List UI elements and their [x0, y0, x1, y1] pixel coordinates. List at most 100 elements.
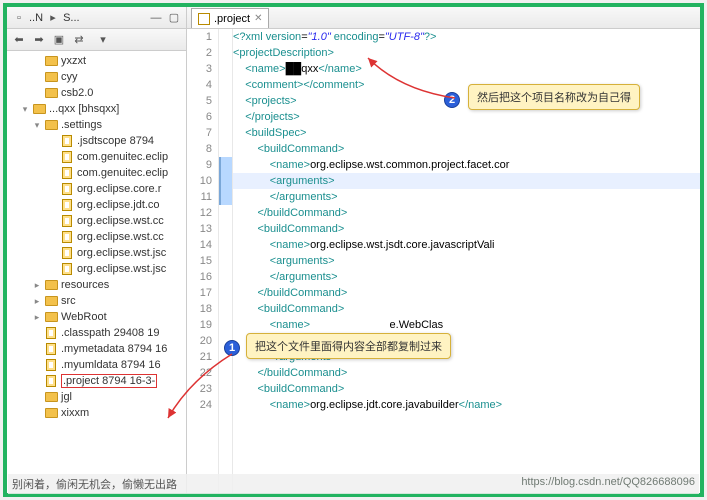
tree-item[interactable]: ▾...qxx [bhsqxx] [7, 101, 186, 117]
tree-item[interactable]: .jsdtscope 8794 [7, 133, 186, 149]
tree-item-label: .myumldata 8794 16 [61, 359, 161, 371]
footer-watermark: https://blog.csdn.net/QQ826688096 [521, 476, 695, 492]
code-line[interactable]: <name>org.eclipse.jdt.core.javabuilder</… [233, 397, 700, 413]
folder-icon [43, 406, 59, 420]
forward-icon[interactable]: ➡ [31, 32, 47, 48]
xmlfile-icon [59, 182, 75, 196]
marker-column [219, 29, 233, 493]
tree-item-label: com.genuitec.eclip [77, 151, 168, 163]
xmlfile-icon [59, 134, 75, 148]
tree-item[interactable]: com.genuitec.eclip [7, 149, 186, 165]
tree-item[interactable]: org.eclipse.core.r [7, 181, 186, 197]
minimize-icon[interactable]: — [148, 10, 164, 26]
tree-item-label: .mymetadata 8794 16 [61, 343, 167, 355]
xmlfile-icon [59, 230, 75, 244]
tree-item-label: resources [61, 279, 109, 291]
code-line[interactable]: </buildCommand> [233, 205, 700, 221]
tree-item[interactable]: ▸resources [7, 277, 186, 293]
code-line[interactable]: </arguments> [233, 189, 700, 205]
code-line[interactable]: <arguments> [233, 253, 700, 269]
link-icon[interactable]: ⇄ [71, 32, 87, 48]
tree-item[interactable]: .project 8794 16-3- [7, 373, 186, 389]
view-toolbar: ▫ ..N ▸ S... — ▢ [7, 7, 186, 29]
editor-tabbar: .project ✕ [187, 7, 700, 29]
xmlfile-icon [59, 150, 75, 164]
view-toolbar-2: ⬅ ➡ ▣ ⇄ ▾ [7, 29, 186, 51]
code-line[interactable]: <buildCommand> [233, 381, 700, 397]
folder-icon [43, 294, 59, 308]
tree-item[interactable]: jgl [7, 389, 186, 405]
callout-badge-1: 1 [224, 340, 240, 356]
tree-item-label: src [61, 295, 76, 307]
folder-icon [31, 102, 47, 116]
back-icon[interactable]: ⬅ [11, 32, 27, 48]
code-line[interactable]: </buildCommand> [233, 285, 700, 301]
tree-item-label: xixxm [61, 407, 89, 419]
tree-item-label: com.genuitec.eclip [77, 167, 168, 179]
line-gutter: 123456789101112131415161718192021222324 [187, 29, 219, 493]
xmlfile-icon [59, 214, 75, 228]
tree-item[interactable]: .classpath 29408 19 [7, 325, 186, 341]
tree-item[interactable]: ▾.settings [7, 117, 186, 133]
code-line[interactable]: <arguments> [233, 173, 700, 189]
callout-2: 然后把这个项目名称改为自己得 [468, 84, 640, 110]
close-icon[interactable]: ✕ [254, 13, 262, 24]
code-line[interactable]: </projects> [233, 109, 700, 125]
xmlfile-icon [43, 326, 59, 340]
tree-item[interactable]: org.eclipse.jdt.co [7, 197, 186, 213]
collapse-icon[interactable]: ▣ [51, 32, 67, 48]
tree-item-label: .settings [61, 119, 102, 131]
search-label: S... [63, 12, 80, 24]
tree-item[interactable]: csb2.0 [7, 85, 186, 101]
folder-icon [43, 278, 59, 292]
tab-project[interactable]: .project ✕ [191, 8, 269, 28]
tree-item-label: .classpath 29408 19 [61, 327, 159, 339]
tree-item-label: ...qxx [bhsqxx] [49, 103, 119, 115]
file-tree[interactable]: yxzxt cyy csb2.0▾...qxx [bhsqxx]▾.settings… [7, 51, 186, 493]
tree-item-label: .jsdtscope 8794 [77, 135, 154, 147]
tree-item-label: jgl [61, 391, 72, 403]
xmlfile-icon [59, 198, 75, 212]
code-line[interactable]: <buildCommand> [233, 141, 700, 157]
tree-item[interactable]: org.eclipse.wst.jsc [7, 261, 186, 277]
tree-item[interactable]: com.genuitec.eclip [7, 165, 186, 181]
code-line[interactable]: </arguments> [233, 269, 700, 285]
tree-item[interactable]: cyy [7, 69, 186, 85]
tree-item[interactable]: ▸src [7, 293, 186, 309]
tree-item-label: cyy [61, 71, 78, 83]
tree-item[interactable]: .myumldata 8794 16 [7, 357, 186, 373]
folder-icon [43, 70, 59, 84]
tree-item[interactable]: yxzxt [7, 53, 186, 69]
folder-icon [43, 86, 59, 100]
package-icon[interactable]: ▫ [11, 10, 27, 26]
tree-item[interactable]: .mymetadata 8794 16 [7, 341, 186, 357]
tree-item[interactable]: ▸WebRoot [7, 309, 186, 325]
maximize-icon[interactable]: ▢ [166, 10, 182, 26]
tree-item[interactable]: org.eclipse.wst.cc [7, 229, 186, 245]
tree-item[interactable]: xixxm [7, 405, 186, 421]
tree-item[interactable]: org.eclipse.wst.jsc [7, 245, 186, 261]
project-explorer: ▫ ..N ▸ S... — ▢ ⬅ ➡ ▣ ⇄ ▾ yxzxt cyy csb2.… [7, 7, 187, 493]
code-line[interactable]: <?xml version="1.0" encoding="UTF-8"?> [233, 29, 700, 45]
code-line[interactable]: <buildSpec> [233, 125, 700, 141]
xmlfile-icon [43, 358, 59, 372]
menu-icon[interactable]: ▾ [95, 32, 111, 48]
tree-item-label: org.eclipse.core.r [77, 183, 161, 195]
xmlfile-icon [59, 262, 75, 276]
tree-item-label: yxzxt [61, 55, 86, 67]
code-line[interactable]: <projectDescription> [233, 45, 700, 61]
tree-item-label: org.eclipse.wst.cc [77, 215, 164, 227]
code-line[interactable]: <buildCommand> [233, 301, 700, 317]
code-line[interactable]: <buildCommand> [233, 221, 700, 237]
folder-icon [43, 390, 59, 404]
code-line[interactable]: </buildCommand> [233, 365, 700, 381]
tree-item-label: WebRoot [61, 311, 107, 323]
code-line[interactable]: <name> e.WebClas [233, 317, 700, 333]
code-line[interactable]: <name>org.eclipse.wst.common.project.fac… [233, 157, 700, 173]
hierarchy-icon[interactable]: ▸ [45, 10, 61, 26]
folder-icon [43, 118, 59, 132]
tree-item[interactable]: org.eclipse.wst.cc [7, 213, 186, 229]
folder-icon [43, 310, 59, 324]
code-line[interactable]: <name>██qxx</name> [233, 61, 700, 77]
code-line[interactable]: <name>org.eclipse.wst.jsdt.core.javascri… [233, 237, 700, 253]
